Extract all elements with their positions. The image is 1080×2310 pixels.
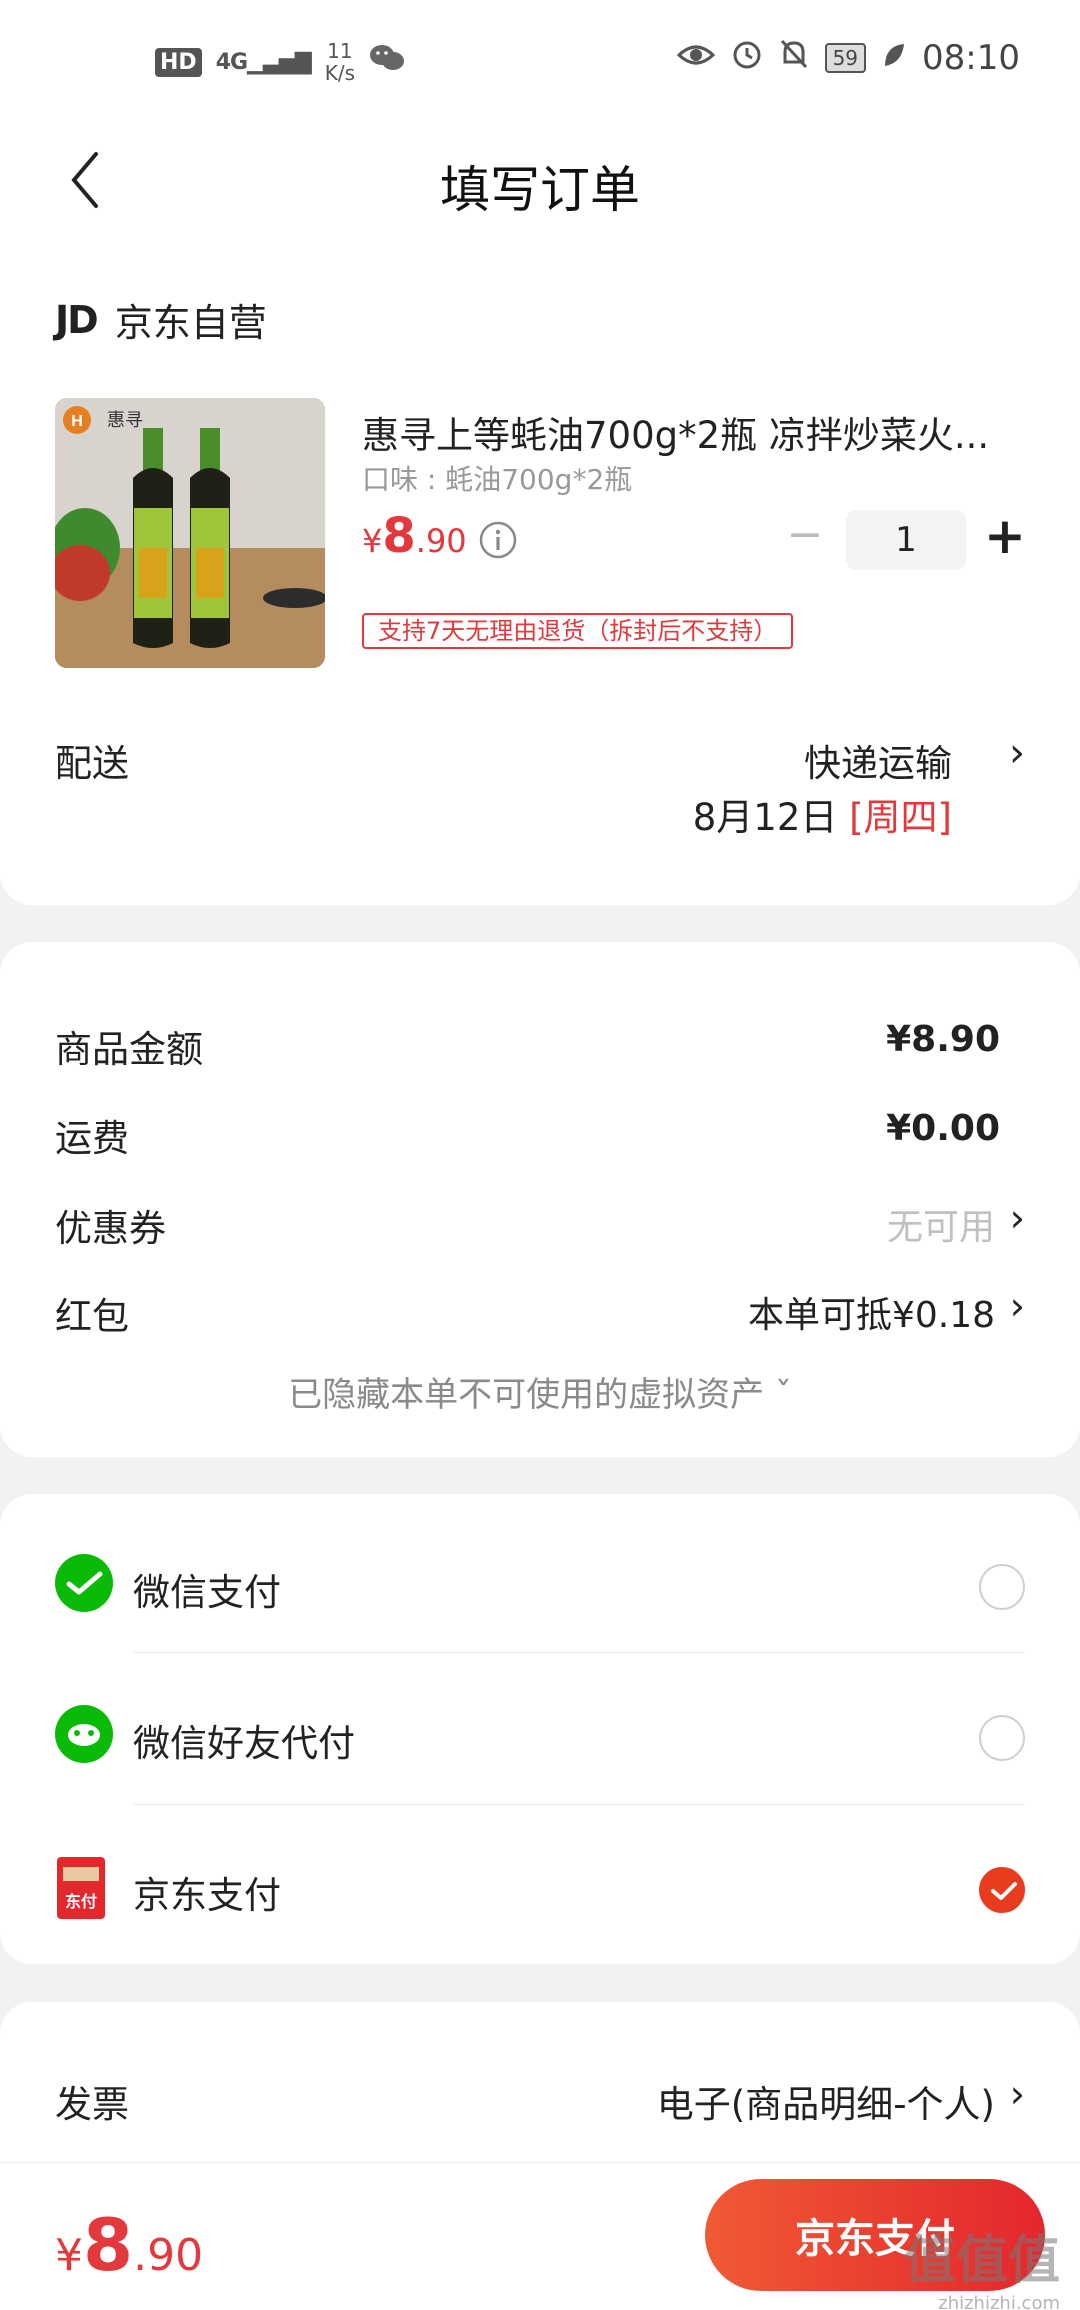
shipping-date[interactable]: 8月12日 [周四] (693, 787, 952, 841)
quantity-input[interactable]: 1 (846, 510, 966, 570)
total-symbol: ¥ (55, 2230, 83, 2281)
order-item-card: JD 京东自营 H 惠寻 惠寻上等蚝油700g*2瓶 凉拌炒菜火... 口味:… (0, 240, 1080, 905)
redpacket-label: 红包 (55, 1295, 129, 1338)
coupon-label: 优惠券 (55, 1207, 166, 1250)
shipping-method[interactable]: 快递运输 (804, 733, 952, 787)
wechat-friend-pay-icon (55, 1705, 113, 1763)
freight-value: ¥0.00 (886, 1108, 1000, 1149)
net-speed-unit: K/s (324, 61, 356, 85)
coupon-value: 无可用 (886, 1207, 995, 1248)
fees-card: 商品金额 ¥8.90 运费 ¥0.00 优惠券 无可用 › 红包 本单可抵¥0.… (0, 942, 1080, 1457)
product-image[interactable]: H 惠寻 (55, 398, 325, 668)
return-policy-badge: 支持7天无理由退货（拆封后不支持） (362, 613, 794, 649)
wechat-notification-icon (369, 43, 405, 81)
goods-amount-label: 商品金额 (55, 1028, 203, 1071)
shipping-label: 配送 (55, 742, 129, 785)
alarm-icon (731, 38, 763, 78)
product-spec: 口味 : 蚝油700g*2瓶 (362, 463, 633, 496)
payment-radio[interactable] (979, 1715, 1025, 1761)
hd-indicator: HD (155, 47, 202, 77)
shop-name: 京东自营 (114, 301, 267, 345)
goods-amount-value: ¥8.90 (886, 1019, 1000, 1060)
hidden-assets-toggle[interactable]: 已隐藏本单不可使用的虚拟资产 ˇ (0, 1367, 1080, 1416)
status-bar: HD 4G▁▃▅▇ 11 K/s 59 08:10 (0, 0, 1080, 120)
price-integer: 8 (382, 508, 416, 564)
payment-label: 微信支付 (133, 1571, 281, 1614)
chevron-right-icon: › (1009, 2072, 1025, 2116)
leaf-icon (882, 39, 906, 77)
invoice-label: 发票 (55, 2083, 129, 2126)
total-integer: 8 (83, 2203, 134, 2287)
watermark: 值值值 zhizhizhi.com (904, 2218, 1060, 2310)
info-icon[interactable] (478, 520, 518, 560)
product-title[interactable]: 惠寻上等蚝油700g*2瓶 凉拌炒菜火... (362, 405, 1012, 459)
battery-indicator: 59 (824, 43, 867, 73)
net-speed: 11 K/s (325, 40, 355, 84)
divider (133, 1804, 1025, 1805)
payment-label: 京东支付 (133, 1874, 281, 1917)
total-decimal: .90 (133, 2230, 204, 2281)
quantity-increase-button[interactable]: + (980, 508, 1030, 568)
page-title: 填写订单 (440, 161, 640, 219)
product-price: ¥ 8 .90 (362, 508, 467, 564)
price-decimal: .90 (415, 522, 467, 560)
shipping-weekday: [周四] (849, 796, 952, 839)
status-left: HD 4G▁▃▅▇ 11 K/s (155, 40, 405, 84)
coupon-row[interactable]: 优惠券 无可用 › (55, 1196, 1025, 1258)
watermark-logo: 值值值 (903, 2231, 1060, 2291)
invoice-value: 电子(商品明细-个人) (656, 2083, 995, 2126)
price-symbol: ¥ (362, 522, 383, 560)
check-icon (991, 1882, 1017, 1900)
redpacket-row[interactable]: 红包 本单可抵¥0.18 › (55, 1284, 1025, 1346)
freight-label: 运费 (55, 1117, 129, 1160)
chevron-right-icon: › (1009, 1284, 1025, 1328)
goods-amount-row: 商品金额 ¥8.90 (55, 1019, 1025, 1079)
chevron-right-icon[interactable]: › (1009, 730, 1025, 776)
svg-text:惠寻: 惠寻 (107, 410, 143, 431)
divider (133, 1652, 1025, 1653)
payment-label: 微信好友代付 (133, 1722, 355, 1765)
net-speed-value: 11 (327, 39, 353, 63)
shop-header: JD 京东自营 (55, 292, 267, 347)
nav-bar: 填写订单 (0, 120, 1080, 240)
payment-option-jd[interactable]: 东付 京东支付 (55, 1827, 1025, 1927)
payment-radio-checked[interactable] (979, 1867, 1025, 1913)
jd-logo: JD (55, 297, 99, 342)
network-type: 4G (215, 49, 248, 75)
svg-text:H: H (71, 413, 83, 430)
shipping-date-value: 8月12日 (692, 796, 838, 839)
payment-card: 微信支付 微信好友代付 东付 京东支付 (0, 1494, 1080, 1964)
redpacket-value: 本单可抵¥0.18 (747, 1295, 995, 1336)
freight-row: 运费 ¥0.00 (55, 1108, 1025, 1168)
chevron-right-icon: › (1009, 1196, 1025, 1240)
signal-icon: 4G▁▃▅▇ (215, 49, 312, 75)
payment-option-wechat-friend[interactable]: 微信好友代付 (55, 1675, 1025, 1775)
status-right: 59 08:10 (676, 38, 1020, 78)
watermark-url: zhizhizhi.com (938, 2293, 1060, 2310)
quantity-decrease-button[interactable]: − (780, 510, 830, 560)
payment-radio[interactable] (979, 1564, 1025, 1610)
clock: 08:10 (922, 38, 1020, 78)
total-price: ¥ 8 .90 (55, 2203, 203, 2287)
wechat-pay-icon (55, 1554, 113, 1612)
eye-icon (676, 39, 715, 77)
svg-text:东付: 东付 (65, 1892, 97, 1911)
jd-pay-icon: 东付 (55, 1857, 113, 1919)
payment-option-wechat[interactable]: 微信支付 (55, 1524, 1025, 1624)
mute-bell-icon (779, 38, 809, 78)
